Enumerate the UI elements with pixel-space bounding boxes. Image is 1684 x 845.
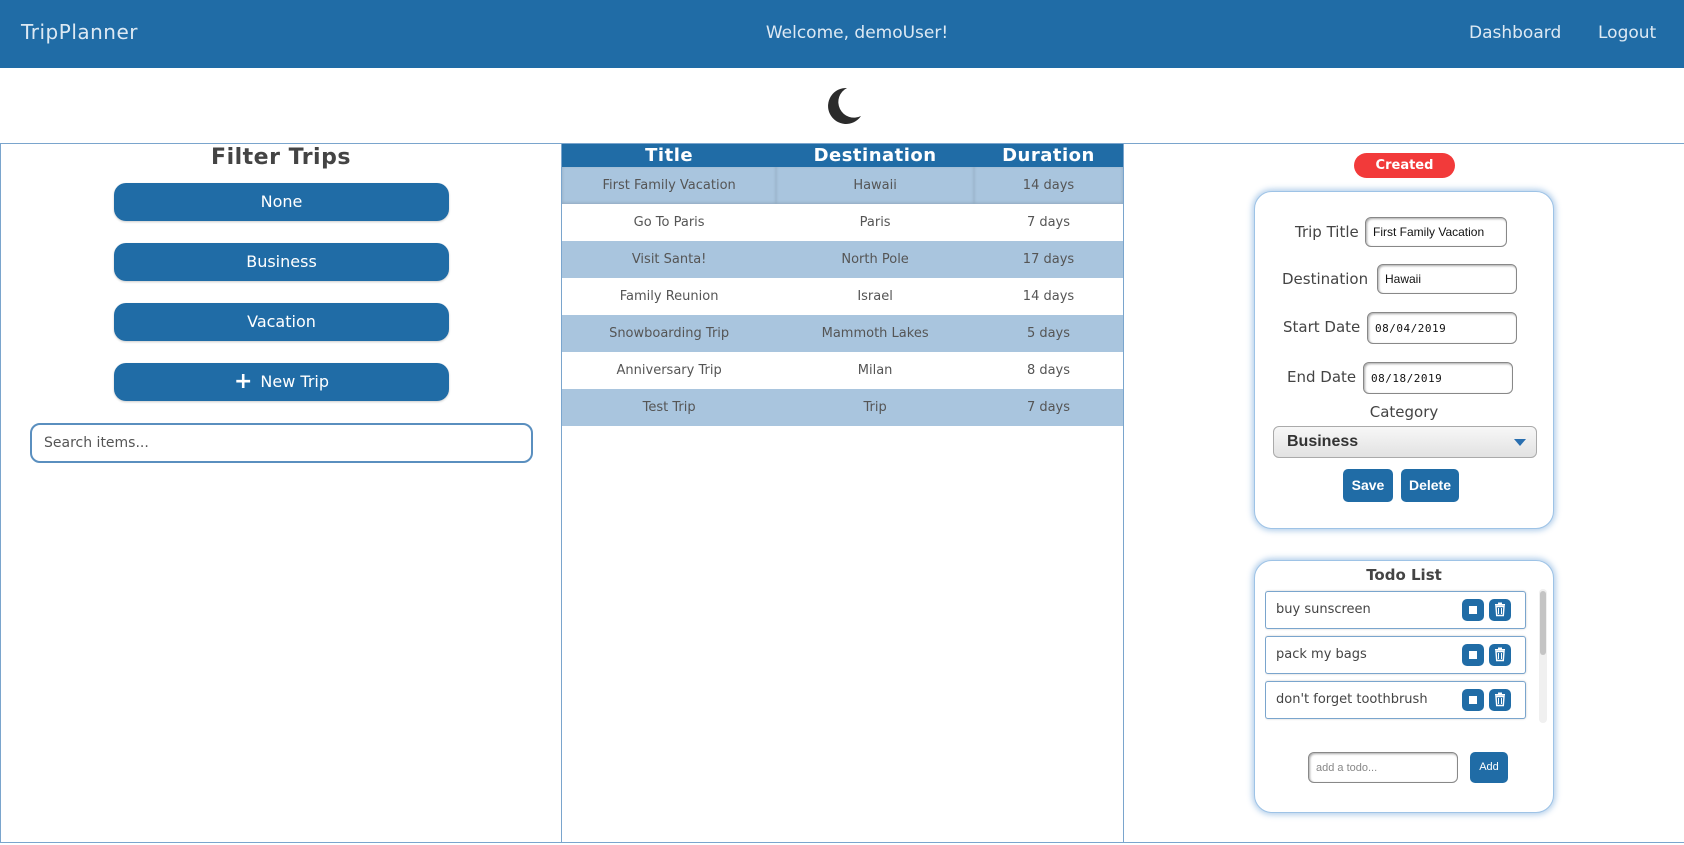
cell-destination: Hawaii [776, 167, 974, 204]
table-row[interactable]: First Family Vacation Hawaii 14 days [562, 167, 1123, 204]
cell-title: Family Reunion [562, 278, 777, 315]
cell-duration: 7 days [973, 389, 1123, 426]
cell-title: Visit Santa! [562, 241, 777, 278]
cell-duration: 5 days [973, 315, 1123, 352]
trip-title-label: Trip Title [1295, 223, 1359, 241]
trips-panel: Title Destination Duration First Family … [561, 143, 1124, 843]
cell-title: Test Trip [562, 389, 777, 426]
todo-item: pack my bags [1265, 636, 1526, 674]
category-select[interactable]: Business [1273, 426, 1537, 458]
table-row[interactable]: Test Trip Trip 7 days [562, 389, 1123, 426]
todo-complete-button[interactable] [1462, 644, 1484, 666]
filter-vacation-button[interactable]: Vacation [114, 303, 449, 341]
cell-duration: 8 days [973, 352, 1123, 389]
cell-destination: Israel [776, 278, 974, 315]
table-row[interactable]: Go To Paris Paris 7 days [562, 204, 1123, 241]
todo-item-text: buy sunscreen [1276, 602, 1371, 617]
table-row[interactable]: Anniversary Trip Milan 8 days [562, 352, 1123, 389]
cell-duration: 17 days [973, 241, 1123, 278]
cell-title: Go To Paris [562, 204, 777, 241]
category-selected-value: Business [1287, 433, 1359, 450]
cell-duration: 7 days [973, 204, 1123, 241]
filter-panel: Filter Trips None Business Vacation + New… [0, 143, 562, 843]
search-input[interactable] [30, 423, 533, 463]
cell-destination: North Pole [776, 241, 974, 278]
destination-input[interactable] [1377, 264, 1517, 294]
new-trip-label: New Trip [260, 372, 330, 391]
cell-duration: 14 days [973, 278, 1123, 315]
todo-complete-button[interactable] [1462, 599, 1484, 621]
table-row[interactable]: Family Reunion Israel 14 days [562, 278, 1123, 315]
trash-icon [1495, 692, 1505, 707]
brand-logo[interactable]: TripPlanner [21, 20, 138, 44]
square-icon [1469, 696, 1477, 704]
cell-destination: Trip [776, 389, 974, 426]
trip-form-card: Trip Title Destination Start Date End Da… [1254, 191, 1554, 529]
trip-detail-panel: Created Trip Title Destination Start Dat… [1123, 143, 1684, 843]
todo-list: buy sunscreen pack my bags don't forget … [1265, 589, 1537, 723]
start-date-label: Start Date [1283, 318, 1361, 336]
filter-none-button[interactable]: None [114, 183, 449, 221]
cell-destination: Paris [776, 204, 974, 241]
table-row[interactable]: Snowboarding Trip Mammoth Lakes 5 days [562, 315, 1123, 352]
scroll-thumb[interactable] [1540, 591, 1546, 655]
chevron-down-icon [1514, 439, 1526, 446]
cell-title: Snowboarding Trip [562, 315, 777, 352]
todo-delete-button[interactable] [1489, 689, 1511, 711]
trash-icon [1495, 647, 1505, 662]
save-button[interactable]: Save [1343, 469, 1393, 502]
filter-title: Filter Trips [211, 145, 351, 170]
todo-item: buy sunscreen [1265, 591, 1526, 629]
todo-list-title: Todo List [1366, 566, 1442, 584]
square-icon [1469, 651, 1477, 659]
todo-list-card: Todo List buy sunscreen pack my bags don… [1254, 560, 1554, 813]
delete-button[interactable]: Delete [1401, 469, 1459, 502]
cell-title: Anniversary Trip [562, 352, 777, 389]
cell-title: First Family Vacation [562, 167, 777, 204]
todo-delete-button[interactable] [1489, 599, 1511, 621]
nav-logout-link[interactable]: Logout [1598, 23, 1656, 43]
add-todo-input[interactable] [1308, 752, 1458, 783]
top-navbar: TripPlanner Welcome, demoUser! Dashboard… [0, 0, 1684, 68]
nav-dashboard-link[interactable]: Dashboard [1469, 23, 1561, 43]
column-header-duration[interactable]: Duration [973, 144, 1123, 167]
category-label: Category [1369, 403, 1439, 421]
end-date-label: End Date [1287, 368, 1357, 386]
status-badge: Created [1354, 153, 1455, 178]
todo-delete-button[interactable] [1489, 644, 1511, 666]
trips-table: Title Destination Duration First Family … [562, 144, 1123, 426]
todo-complete-button[interactable] [1462, 689, 1484, 711]
plus-icon: + [233, 369, 253, 394]
trip-title-input[interactable] [1365, 217, 1507, 247]
table-row[interactable]: Visit Santa! North Pole 17 days [562, 241, 1123, 278]
filter-business-button[interactable]: Business [114, 243, 449, 281]
destination-label: Destination [1282, 270, 1369, 288]
cell-duration: 14 days [973, 167, 1123, 204]
end-date-input[interactable] [1363, 362, 1513, 394]
cell-destination: Milan [776, 352, 974, 389]
start-date-input[interactable] [1367, 312, 1517, 344]
cell-destination: Mammoth Lakes [776, 315, 974, 352]
todo-item: don't forget toothbrush [1265, 681, 1526, 719]
welcome-message: Welcome, demoUser! [765, 23, 949, 43]
column-header-destination[interactable]: Destination [776, 144, 974, 167]
todo-scrollbar[interactable] [1539, 589, 1547, 723]
add-todo-button[interactable]: Add [1470, 752, 1508, 783]
square-icon [1469, 606, 1477, 614]
trash-icon [1495, 602, 1505, 617]
table-header-row: Title Destination Duration [562, 144, 1123, 167]
new-trip-button[interactable]: + New Trip [114, 363, 449, 401]
todo-item-text: pack my bags [1276, 647, 1367, 662]
todo-item-text: don't forget toothbrush [1276, 692, 1428, 707]
moon-icon[interactable] [823, 86, 863, 126]
column-header-title[interactable]: Title [562, 144, 777, 167]
